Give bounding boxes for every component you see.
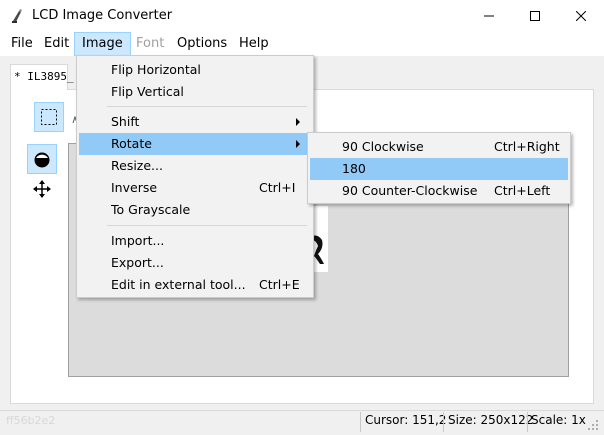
status-divider bbox=[443, 412, 444, 432]
status-divider bbox=[527, 412, 528, 432]
menu-item-label: Shift bbox=[111, 114, 140, 129]
menu-item-rotate-90-clockwise[interactable]: 90 Clockwise Ctrl+Right bbox=[310, 136, 568, 158]
minimize-icon bbox=[484, 15, 494, 17]
status-cursor: Cursor: 151,2 bbox=[365, 413, 447, 427]
menu-separator bbox=[107, 225, 307, 226]
menu-font[interactable]: Font bbox=[129, 32, 171, 56]
menu-item-edit-external[interactable]: Edit in external tool... Ctrl+E bbox=[79, 274, 311, 296]
close-button[interactable] bbox=[558, 0, 604, 32]
menu-item-label: 180 bbox=[342, 161, 366, 176]
menu-item-shortcut: Ctrl+I bbox=[259, 180, 296, 195]
menu-help[interactable]: Help bbox=[232, 32, 276, 56]
resize-grip-icon[interactable] bbox=[586, 418, 600, 432]
submenu-arrow-icon bbox=[296, 140, 300, 148]
menu-edit[interactable]: Edit bbox=[37, 32, 76, 56]
menu-item-label: Resize... bbox=[111, 158, 163, 173]
dashed-selection-icon bbox=[41, 109, 57, 125]
menu-item-shortcut: Ctrl+E bbox=[259, 277, 300, 292]
menu-item-shortcut: Ctrl+Right bbox=[494, 139, 560, 154]
menu-item-to-grayscale[interactable]: To Grayscale bbox=[79, 199, 311, 221]
minimize-button[interactable] bbox=[466, 0, 512, 32]
close-icon bbox=[576, 11, 586, 21]
four-way-arrow-icon bbox=[33, 180, 51, 198]
menu-item-inverse[interactable]: Inverse Ctrl+I bbox=[79, 177, 311, 199]
menu-item-label: Inverse bbox=[111, 180, 158, 195]
menu-item-shift[interactable]: Shift bbox=[79, 111, 311, 133]
select-tool-button[interactable] bbox=[34, 102, 64, 132]
menu-item-flip-horizontal[interactable]: Flip Horizontal bbox=[79, 59, 311, 81]
menu-separator bbox=[107, 106, 307, 107]
menu-item-label: Edit in external tool... bbox=[111, 277, 246, 292]
menu-item-label: Export... bbox=[111, 255, 164, 270]
document-tab-label: * IL3895_ bbox=[14, 70, 74, 83]
menu-item-label: Rotate bbox=[111, 136, 152, 151]
window-title: LCD Image Converter bbox=[32, 8, 173, 23]
maximize-icon bbox=[530, 11, 540, 21]
menu-item-import[interactable]: Import... bbox=[79, 230, 311, 252]
menu-item-flip-vertical[interactable]: Flip Vertical bbox=[79, 81, 311, 103]
half-filled-circle-icon bbox=[34, 152, 50, 168]
menu-file[interactable]: File bbox=[4, 32, 40, 56]
menu-item-resize[interactable]: Resize... bbox=[79, 155, 311, 177]
fill-tool-button[interactable] bbox=[27, 144, 57, 174]
app-icon bbox=[10, 8, 26, 24]
status-color-value: ff56b2e2 bbox=[6, 414, 56, 427]
menu-item-label: 90 Counter-Clockwise bbox=[342, 183, 478, 198]
menu-item-label: Flip Vertical bbox=[111, 84, 184, 99]
menu-item-rotate-180[interactable]: 180 bbox=[310, 158, 568, 180]
menu-item-rotate[interactable]: Rotate bbox=[79, 133, 311, 155]
menu-item-label: Flip Horizontal bbox=[111, 62, 201, 77]
menu-item-shortcut: Ctrl+Left bbox=[494, 183, 551, 198]
maximize-button[interactable] bbox=[512, 0, 558, 32]
submenu-arrow-icon bbox=[296, 118, 300, 126]
move-tool-button[interactable] bbox=[27, 174, 57, 204]
menu-image[interactable]: Image bbox=[74, 32, 131, 56]
menu-item-export[interactable]: Export... bbox=[79, 252, 311, 274]
menu-options[interactable]: Options bbox=[170, 32, 234, 56]
status-scale: Scale: 1x bbox=[531, 413, 586, 427]
status-divider bbox=[360, 412, 361, 432]
menu-item-label: Import... bbox=[111, 233, 165, 248]
image-menu-dropdown: Flip Horizontal Flip Vertical Shift Rota… bbox=[76, 55, 314, 298]
menu-item-label: To Grayscale bbox=[111, 202, 191, 217]
menu-item-label: 90 Clockwise bbox=[342, 139, 424, 154]
status-size: Size: 250x122 bbox=[448, 413, 534, 427]
rotate-submenu: 90 Clockwise Ctrl+Right 180 90 Counter-C… bbox=[307, 132, 571, 204]
menu-item-rotate-90-counter-clockwise[interactable]: 90 Counter-Clockwise Ctrl+Left bbox=[310, 180, 568, 202]
